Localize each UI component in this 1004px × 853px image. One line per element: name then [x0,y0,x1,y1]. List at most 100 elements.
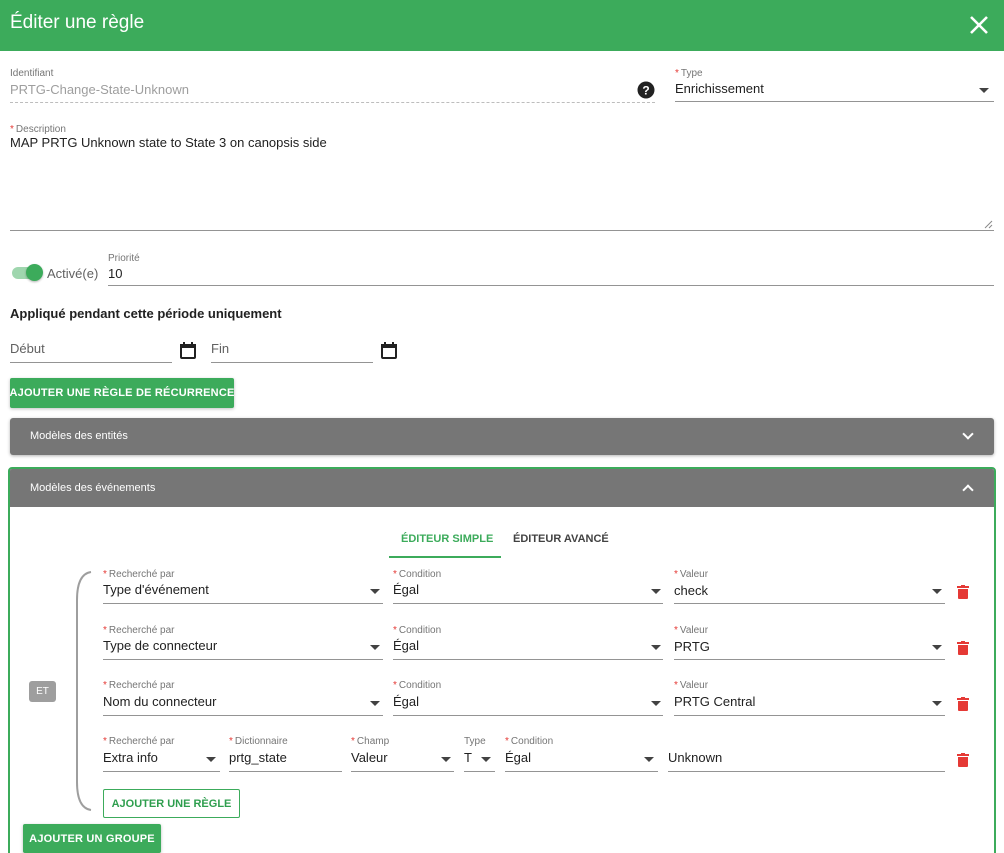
champ-label: * Champ [351,736,390,747]
add-recurrence-button[interactable]: AJOUTER UNE RÈGLE DE RÉCURRENCE [10,378,234,408]
type-value-select[interactable]: T [464,750,472,765]
chevron-down-icon[interactable] [651,701,661,706]
start-date-underline [10,362,172,363]
rule-value-label: * Valeur [674,680,709,691]
type-select[interactable]: Enrichissement [675,81,764,96]
chevron-down-icon[interactable] [651,645,661,650]
rule-underline [103,659,383,660]
chevron-down-icon[interactable] [979,88,989,93]
extra-field-label: * Recherché par [103,736,175,747]
chevron-down-icon[interactable] [932,589,942,594]
delete-icon[interactable] [957,697,969,711]
end-date-field[interactable]: Fin [211,341,229,356]
period-heading: Appliqué pendant cette période uniquemen… [10,306,282,321]
extra-value-underline [668,771,945,772]
end-date-underline [211,362,373,363]
chevron-down-icon[interactable] [644,757,654,762]
description-label: * Description [10,124,66,135]
dialog-header: Éditer une règle [0,0,1004,51]
identifier-field: PRTG-Change-State-Unknown [10,82,189,97]
rule-underline [674,603,945,604]
rule-condition-label: * Condition [393,680,442,691]
rule-value-label: * Valeur [674,569,709,580]
rule-field-select[interactable]: Type d'événement [103,582,209,597]
rule-condition-select[interactable]: Égal [393,694,419,709]
entities-panel-title: Modèles des entités [30,430,128,442]
champ-select[interactable]: Valeur [351,750,388,765]
tab-simple-editor[interactable]: ÉDITEUR SIMPLE [401,533,493,545]
chevron-down-icon[interactable] [932,645,942,650]
rule-underline [103,603,383,604]
calendar-icon[interactable] [179,342,197,360]
tab-advanced-editor[interactable]: ÉDITEUR AVANCÉ [513,533,609,545]
chevron-down-icon[interactable] [481,757,491,762]
rule-underline [393,715,663,716]
rule-condition-select[interactable]: Égal [393,582,419,597]
chevron-down-icon[interactable] [962,428,974,440]
add-rule-button[interactable]: AJOUTER UNE RÈGLE [103,789,240,818]
resize-handle-icon[interactable] [984,220,993,229]
type-value-underline [464,771,495,772]
dictionary-underline [229,771,342,772]
rule-field-select[interactable]: Nom du connecteur [103,694,216,709]
chevron-down-icon[interactable] [441,757,451,762]
rule-value-select[interactable]: PRTG Central [674,694,755,709]
group-bracket [76,571,92,811]
delete-icon[interactable] [957,641,969,655]
calendar-icon[interactable] [380,342,398,360]
enabled-toggle-thumb[interactable] [26,264,43,281]
priority-underline [108,285,994,286]
delete-icon[interactable] [957,753,969,767]
rule-value-select[interactable]: check [674,583,708,598]
events-panel-header[interactable]: Modèles des événements [10,469,994,507]
description-textarea[interactable]: MAP PRTG Unknown state to State 3 on can… [10,135,327,150]
rule-underline [674,659,945,660]
extra-value-input[interactable]: Unknown [668,750,722,765]
add-group-button[interactable]: AJOUTER UN GROUPE [23,824,161,853]
chevron-up-icon[interactable] [962,484,974,496]
chevron-down-icon[interactable] [370,589,380,594]
rule-underline [393,659,663,660]
extra-condition-label: * Condition [505,736,554,747]
dictionary-label: * Dictionnaire [229,736,288,747]
rule-field-label: * Recherché par [103,680,175,691]
start-date-field[interactable]: Début [10,341,45,356]
chevron-down-icon[interactable] [370,645,380,650]
rule-field-select[interactable]: Type de connecteur [103,638,217,653]
extra-condition-select[interactable]: Égal [505,750,531,765]
rule-condition-label: * Condition [393,625,442,636]
rule-condition-select[interactable]: Égal [393,638,419,653]
enabled-label: Activé(e) [47,266,99,281]
chevron-down-icon[interactable] [651,589,661,594]
identifier-underline [10,102,655,103]
svg-text:?: ? [642,84,649,98]
rule-underline [393,603,663,604]
type-value-label: Type [464,736,486,747]
type-underline [675,101,994,102]
dialog-title: Éditer une règle [10,12,145,33]
priority-input[interactable]: 10 [108,266,122,281]
champ-underline [351,771,454,772]
rule-underline [674,715,945,716]
rule-condition-label: * Condition [393,569,442,580]
rule-value-label: * Valeur [674,625,709,636]
chevron-down-icon[interactable] [206,757,216,762]
events-panel-title: Modèles des événements [30,482,156,494]
rule-underline [103,715,383,716]
entities-panel-header[interactable]: Modèles des entités [10,418,994,455]
rule-value-select[interactable]: PRTG [674,639,710,654]
chevron-down-icon[interactable] [932,701,942,706]
identifier-label: Identifiant [10,68,54,79]
dictionary-input[interactable]: prtg_state [229,750,287,765]
extra-field-select[interactable]: Extra info [103,750,158,765]
type-label: * Type [675,68,703,79]
close-icon[interactable] [966,12,992,38]
rule-field-label: * Recherché par [103,569,175,580]
extra-condition-underline [505,771,658,772]
group-operator-badge[interactable]: ET [29,681,56,702]
delete-icon[interactable] [957,585,969,599]
description-underline [10,230,994,231]
chevron-down-icon[interactable] [370,701,380,706]
priority-label: Priorité [108,253,140,264]
help-icon[interactable]: ? [637,81,655,99]
